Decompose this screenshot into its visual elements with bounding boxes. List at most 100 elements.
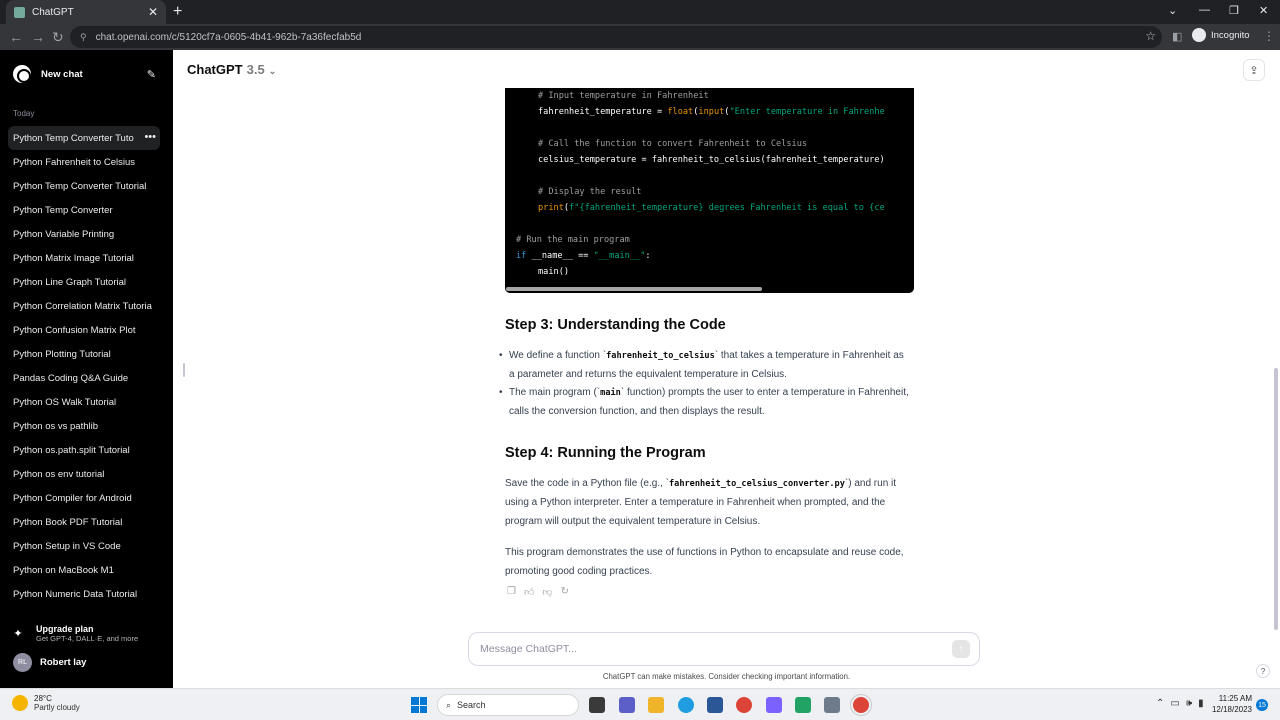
chrome-active-icon[interactable] [853, 697, 869, 713]
teams-chat-icon[interactable] [619, 697, 635, 713]
task-view-icon[interactable] [589, 697, 605, 713]
notification-badge[interactable]: 15 [1256, 699, 1268, 711]
sidepanel-icon[interactable]: ◧ [1172, 30, 1182, 43]
message-input[interactable]: Message ChatGPT... [480, 643, 952, 655]
thumbs-up-icon[interactable]: 👍︎ [524, 586, 534, 598]
sidebar-item[interactable]: Python Book PDF Tutorial [8, 510, 160, 534]
inline-code: fahrenheit_to_celsius [606, 351, 715, 361]
sidebar-item[interactable]: Pandas Coding Q&A Guide [8, 366, 160, 390]
share-button[interactable]: ⇪ [1243, 59, 1265, 81]
store-icon[interactable] [707, 697, 723, 713]
sidebar-item[interactable]: Python Matrix Image Tutorial [8, 246, 160, 270]
volume-icon[interactable]: 🕪︎ [1186, 698, 1192, 709]
sidebar-item-label: Python Plotting Tutorial [13, 348, 111, 360]
user-menu[interactable]: RL Robert lay [13, 653, 86, 672]
compose-icon[interactable]: ✎ [147, 68, 156, 81]
sidebar-item[interactable]: Python Temp Converter Tuto ••• [8, 126, 160, 150]
system-tray[interactable]: ⌃ ▭ 🕪︎ ▮ [1156, 698, 1204, 709]
sidebar-item[interactable]: Python os vs pathlib [8, 414, 160, 438]
edge-icon[interactable] [678, 697, 694, 713]
code-horizontal-scrollbar[interactable] [506, 287, 762, 291]
paragraph: Save the code in a Python file (e.g., `f… [505, 478, 897, 527]
thumbs-down-icon[interactable]: 👎︎ [542, 586, 552, 598]
sidebar-item[interactable]: Python os.path.split Tutorial [8, 438, 160, 462]
sidebar-item-label: Python Temp Converter Tutorial [13, 180, 147, 192]
sidebar-item-label: Python Book PDF Tutorial [13, 516, 123, 528]
more-options-icon[interactable]: ••• [140, 131, 156, 143]
openai-logo-icon [13, 65, 31, 83]
code-line: celsius_temperature = fahrenheit_to_cels… [538, 155, 885, 165]
upgrade-plan-button[interactable]: ✦ Upgrade plan Get GPT-4, DALL·E, and mo… [8, 620, 160, 646]
message-composer[interactable]: Message ChatGPT... ↑ [468, 632, 980, 666]
windows-start-icon[interactable] [411, 697, 427, 713]
sidebar-item[interactable]: Python Temp Converter Tutorial [8, 174, 160, 198]
excel-icon[interactable] [795, 697, 811, 713]
list-item: • The main program (`main` function) pro… [499, 387, 909, 417]
bookmark-star-icon[interactable]: ☆ [1145, 29, 1156, 43]
partly-cloudy-icon [12, 695, 28, 711]
sidebar-item[interactable]: Python Confusion Matrix Plot [8, 318, 160, 342]
model-selector[interactable]: ChatGPT 3.5 ⌄ [187, 62, 276, 77]
sidebar-item-label: Python os env tutorial [13, 468, 105, 480]
sidebar-item[interactable]: Python Temp Converter [8, 198, 160, 222]
address-bar[interactable]: ⚲ chat.openai.com/c/5120cf7a-0605-4b41-9… [70, 26, 1162, 48]
browser-toolbar: ← → ↻ ⚲ chat.openai.com/c/5120cf7a-0605-… [0, 24, 1280, 50]
app-icon[interactable] [766, 697, 782, 713]
windows-taskbar: 28°C Partly cloudy ⌕ Search ⌃ ▭ 🕪︎ ▮ 11:… [0, 688, 1280, 720]
sidebar-item-label: Pandas Coding Q&A Guide [13, 372, 129, 384]
browser-tab[interactable]: ChatGPT ✕ [6, 0, 166, 24]
weather-widget[interactable]: 28°C Partly cloudy [12, 694, 80, 712]
sidebar-item-label: Python os.path.split Tutorial [13, 444, 130, 456]
sidebar-item-label: Python Line Graph Tutorial [13, 276, 127, 288]
close-tab-icon[interactable]: ✕ [148, 5, 158, 19]
code-line: # Call the function to convert Fahrenhei… [538, 139, 808, 149]
sidebar-collapse-handle[interactable] [183, 363, 185, 377]
taskbar-search[interactable]: ⌕ Search [437, 694, 579, 716]
chevron-down-icon: ⌄ [268, 66, 277, 76]
close-window-icon[interactable]: ✕ [1259, 4, 1268, 17]
sidebar-item[interactable]: Python Correlation Matrix Tutoria [8, 294, 160, 318]
sidebar-item[interactable]: Python Compiler for Android [8, 486, 160, 510]
sidebar-item-label: Python Matrix Image Tutorial [13, 252, 134, 264]
main-scrollbar[interactable] [1274, 368, 1278, 630]
share-icon: ⇪ [1249, 64, 1259, 77]
file-explorer-icon[interactable] [648, 697, 664, 713]
new-chat-button[interactable]: New chat ✎ [8, 60, 160, 88]
chevron-up-icon[interactable]: ⌃ [1156, 698, 1164, 709]
chrome-icon[interactable] [736, 697, 752, 713]
copy-icon[interactable]: ❐ [507, 586, 516, 598]
back-icon[interactable]: ← [9, 29, 23, 45]
sidebar-item[interactable]: Python OS Walk Tutorial [8, 390, 160, 414]
send-button[interactable]: ↑ [952, 640, 970, 658]
clock[interactable]: 11:25 AM 12/18/2023 [1210, 693, 1252, 715]
app-icon[interactable] [824, 697, 840, 713]
forward-icon[interactable]: → [31, 29, 45, 45]
sidebar-item[interactable]: Python Setup in VS Code [8, 534, 160, 558]
regenerate-icon[interactable]: ↻ [561, 586, 569, 598]
incognito-indicator[interactable]: Incognito [1192, 28, 1250, 42]
sidebar-item[interactable]: Python Line Graph Tutorial [8, 270, 160, 294]
sidebar-item[interactable]: Python Numeric Data Tutorial [8, 582, 160, 606]
upgrade-title: Upgrade plan [36, 623, 94, 634]
list-item: • We define a function `fahrenheit_to_ce… [499, 350, 904, 380]
sidebar-item[interactable]: Python Plotting Tutorial [8, 342, 160, 366]
sidebar-item[interactable]: Python on MacBook M1 [8, 558, 160, 582]
browser-menu-icon[interactable]: ⋮ [1263, 29, 1275, 43]
sidebar-item[interactable]: Python Variable Printing [8, 222, 160, 246]
battery-icon[interactable]: ▮ [1198, 698, 1204, 709]
disclaimer: ChatGPT can make mistakes. Consider chec… [602, 672, 851, 681]
site-info-icon[interactable]: ⚲ [80, 32, 87, 43]
network-icon[interactable]: ▭ [1170, 698, 1179, 709]
inline-code: fahrenheit_to_celsius_converter.py [668, 479, 845, 489]
help-button[interactable]: ? [1256, 664, 1270, 678]
sidebar-item[interactable]: Python os env tutorial [8, 462, 160, 486]
sidebar-item[interactable]: Python Fahrenheit to Celsius [8, 150, 160, 174]
tab-search-icon[interactable]: ⌄ [1168, 4, 1177, 17]
restore-icon[interactable]: ❐ [1229, 4, 1239, 17]
new-tab-icon[interactable]: + [173, 3, 182, 21]
minimize-icon[interactable]: — [1199, 4, 1210, 16]
code-line: fahrenheit_temperature = float(input("En… [538, 107, 885, 117]
reload-icon[interactable]: ↻ [52, 29, 64, 46]
